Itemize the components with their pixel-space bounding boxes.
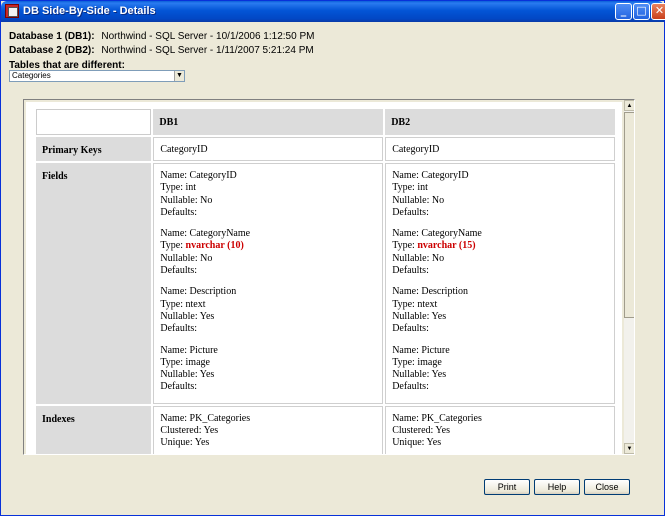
- close-button[interactable]: Close: [584, 479, 630, 495]
- row-header-primary-keys: Primary Keys: [36, 137, 152, 161]
- field-name: Name: CategoryName: [160, 228, 251, 240]
- field-block: Name: CategoryID Type: int Nullable: No …: [392, 170, 614, 219]
- field-nullable: Nullable: No: [160, 252, 213, 264]
- details-window: DB Side-By-Side - Details _ □ ✕ Database…: [0, 0, 665, 516]
- details-viewer: DB1 DB2 Primary Keys CategoryID Category…: [23, 99, 635, 455]
- field-defaults: Defaults:: [392, 323, 429, 335]
- field-defaults: Defaults:: [392, 265, 429, 277]
- field-defaults: Defaults:: [160, 381, 198, 393]
- db2-indexes: Name: PK_Categories Clustered: Yes Uniqu…: [385, 405, 615, 454]
- field-type: Type: ntext: [392, 298, 438, 310]
- title-bar[interactable]: DB Side-By-Side - Details _ □ ✕: [1, 1, 665, 22]
- db1-label: Database 1 (DB1):: [9, 31, 95, 42]
- index-clustered: Clustered: Yes: [160, 425, 219, 437]
- row-header-indexes: Indexes: [36, 405, 152, 454]
- db2-fields: Name: CategoryID Type: int Nullable: No …: [385, 163, 615, 404]
- field-name: Name: CategoryName: [392, 228, 482, 240]
- field-nullable: Nullable: No: [392, 194, 445, 206]
- db1-value: Northwind - SQL Server - 10/1/2006 1:12:…: [101, 31, 315, 42]
- field-block: Name: CategoryID Type: int Nullable: No …: [160, 170, 382, 219]
- field-block: Name: Description Type: ntext Nullable: …: [160, 286, 382, 335]
- db1-fields: Name: CategoryID Type: int Nullable: No …: [153, 163, 384, 404]
- field-type: Type: int: [160, 182, 197, 194]
- index-block: Name: PK_Categories Clustered: Yes Uniqu…: [160, 413, 382, 450]
- field-defaults: Defaults:: [160, 206, 198, 218]
- minimize-button[interactable]: _: [615, 3, 632, 20]
- field-defaults: Defaults:: [392, 381, 429, 393]
- db1-indexes: Name: PK_Categories Clustered: Yes Uniqu…: [153, 405, 384, 454]
- row-header-fields: Fields: [36, 163, 152, 404]
- index-unique: Unique: Yes: [160, 437, 210, 449]
- field-nullable: Nullable: Yes: [160, 310, 215, 322]
- window-title: DB Side-By-Side - Details: [23, 5, 156, 17]
- vertical-scrollbar[interactable]: ▲ ▼: [624, 100, 634, 454]
- field-nullable: Nullable: No: [392, 252, 445, 264]
- field-nullable: Nullable: Yes: [160, 369, 215, 381]
- field-name: Name: CategoryID: [160, 170, 237, 181]
- field-name: Name: CategoryID: [392, 170, 469, 181]
- field-type: Type: image: [160, 356, 210, 368]
- field-block: Name: CategoryName Type: nvarchar (10) N…: [160, 228, 382, 277]
- field-block: Name: Description Type: ntext Nullable: …: [392, 286, 614, 335]
- help-button[interactable]: Help: [534, 479, 580, 495]
- scroll-thumb[interactable]: [624, 112, 634, 318]
- field-type: Type: image: [392, 356, 442, 368]
- field-type: Type: nvarchar (15): [392, 240, 476, 252]
- type-difference: nvarchar (10): [185, 240, 244, 252]
- field-name: Name: Picture: [392, 344, 450, 356]
- comparison-table: DB1 DB2 Primary Keys CategoryID Category…: [34, 107, 617, 454]
- field-block: Name: CategoryName Type: nvarchar (15) N…: [392, 228, 614, 277]
- details-content: DB1 DB2 Primary Keys CategoryID Category…: [26, 102, 622, 454]
- field-name: Name: Picture: [160, 344, 218, 356]
- field-block: Name: Picture Type: image Nullable: Yes …: [160, 345, 382, 394]
- column-header-db1: DB1: [153, 109, 384, 135]
- index-name: Name: PK_Categories: [160, 412, 251, 424]
- field-type: Type: nvarchar (10): [160, 240, 244, 252]
- scroll-down-icon[interactable]: ▼: [624, 443, 634, 454]
- tables-dropdown-value: Categories: [12, 71, 51, 80]
- index-block: Name: PK_Categories Clustered: Yes Uniqu…: [392, 413, 614, 450]
- db2-info: Database 2 (DB2): Northwind - SQL Server…: [9, 45, 314, 56]
- field-nullable: Nullable: Yes: [392, 369, 447, 381]
- field-nullable: Nullable: Yes: [392, 310, 447, 322]
- app-icon: [5, 4, 19, 18]
- scroll-up-icon[interactable]: ▲: [624, 100, 634, 111]
- close-window-button[interactable]: ✕: [651, 3, 665, 20]
- field-type: Type: int: [392, 182, 428, 194]
- corner-cell: [36, 109, 152, 135]
- field-defaults: Defaults:: [392, 206, 429, 218]
- field-name: Name: Description: [160, 286, 237, 298]
- maximize-button[interactable]: □: [633, 3, 650, 20]
- table-row: Indexes Name: PK_Categories Clustered: Y…: [36, 405, 615, 454]
- type-difference: nvarchar (15): [417, 240, 476, 252]
- field-type: Type: ntext: [160, 298, 206, 310]
- db1-info: Database 1 (DB1): Northwind - SQL Server…: [9, 31, 314, 42]
- print-button[interactable]: Print: [484, 479, 530, 495]
- db2-primary-keys: CategoryID: [385, 137, 615, 161]
- table-row: Fields Name: CategoryID Type: int Nullab…: [36, 163, 615, 404]
- index-unique: Unique: Yes: [392, 437, 442, 449]
- field-defaults: Defaults:: [160, 265, 198, 277]
- table-row: Primary Keys CategoryID CategoryID: [36, 137, 615, 161]
- field-nullable: Nullable: No: [160, 194, 213, 206]
- db2-value: Northwind - SQL Server - 1/11/2007 5:21:…: [101, 45, 314, 56]
- index-clustered: Clustered: Yes: [392, 425, 450, 437]
- column-header-db2: DB2: [385, 109, 615, 135]
- dropdown-arrow-icon[interactable]: ▼: [174, 71, 184, 81]
- db1-primary-keys: CategoryID: [153, 137, 384, 161]
- field-defaults: Defaults:: [160, 323, 198, 335]
- db2-label: Database 2 (DB2):: [9, 45, 95, 56]
- index-name: Name: PK_Categories: [392, 412, 482, 424]
- field-block: Name: Picture Type: image Nullable: Yes …: [392, 345, 614, 394]
- tables-dropdown[interactable]: Categories ▼: [9, 70, 185, 82]
- field-name: Name: Description: [392, 286, 468, 298]
